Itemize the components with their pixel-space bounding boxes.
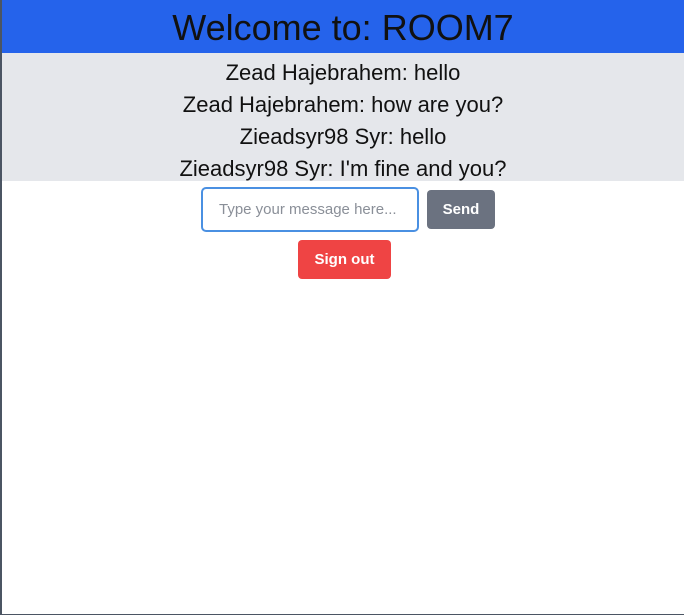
message-item: Zieadsyr98 Syr: I'm fine and you? [179,156,507,181]
sign-out-button[interactable]: Sign out [298,240,391,279]
message-input[interactable] [201,187,419,232]
message-item: Zead Hajebrahem: how are you? [182,92,504,117]
message-item: Zead Hajebrahem: hello [225,60,461,85]
message-item: Zieadsyr98 Syr: hello [239,124,447,149]
message-composer: Send [201,187,495,232]
room-title: Welcome to: ROOM7 [172,6,514,48]
send-button[interactable]: Send [427,190,495,229]
message-list: Zead Hajebrahem: hello Zead Hajebrahem: … [2,53,684,181]
room-header: Welcome to: ROOM7 [2,0,684,53]
